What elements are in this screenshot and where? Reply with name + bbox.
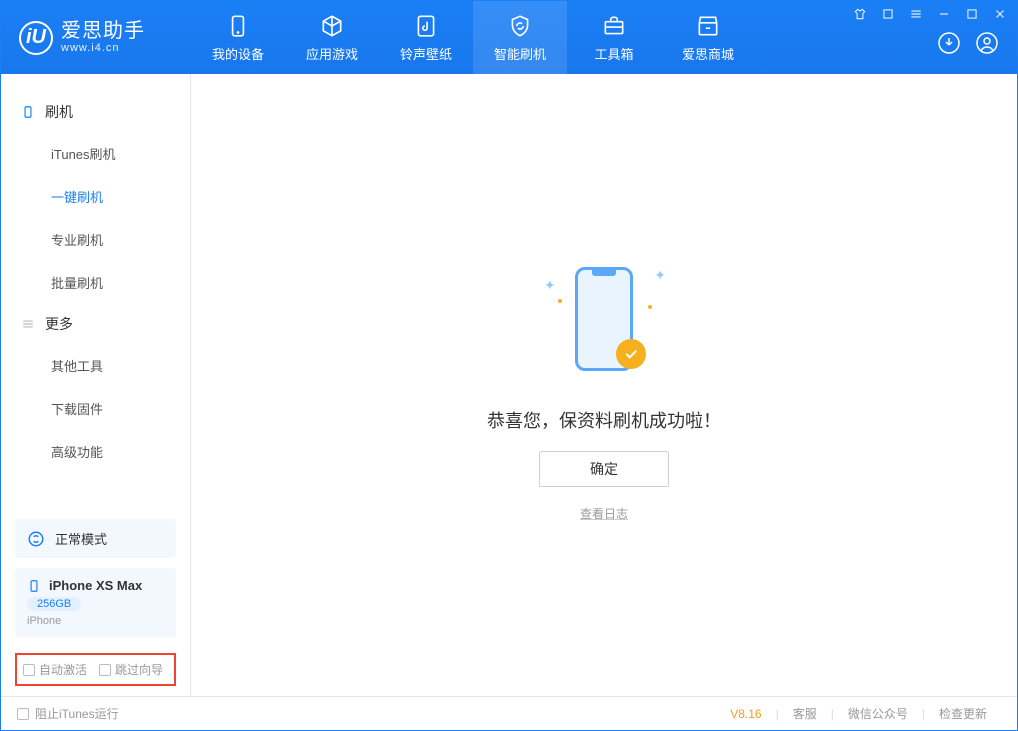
version-label: V8.16: [730, 707, 775, 721]
download-icon[interactable]: [937, 31, 961, 55]
checkbox-label: 阻止iTunes运行: [35, 705, 119, 722]
mode-card[interactable]: 正常模式: [15, 519, 176, 558]
nav-label: 铃声壁纸: [400, 44, 452, 63]
mode-label: 正常模式: [55, 529, 107, 548]
logo-section: iU 爱思助手 www.i4.cn: [1, 1, 191, 74]
box-icon[interactable]: [881, 7, 895, 21]
checkbox-icon: [17, 708, 29, 720]
sidebar-item-pro-flash[interactable]: 专业刷机: [1, 218, 190, 261]
statusbar: 阻止iTunes运行 V8.16 | 客服 | 微信公众号 | 检查更新: [1, 696, 1017, 730]
nav-label: 我的设备: [212, 44, 264, 63]
music-file-icon: [413, 13, 439, 39]
nav-tab-device[interactable]: 我的设备: [191, 1, 285, 74]
menu-icon[interactable]: [909, 7, 923, 21]
dot-icon: [648, 305, 652, 309]
store-icon: [695, 13, 721, 39]
app-window: iU 爱思助手 www.i4.cn 我的设备 应用游戏 铃声壁纸 智能刷机: [0, 0, 1018, 731]
checkbox-label: 自动激活: [39, 661, 87, 678]
dot-icon: [558, 299, 562, 303]
logo-text: 爱思助手 www.i4.cn: [61, 20, 145, 54]
success-illustration: ✦ ✦: [534, 249, 674, 389]
status-link-support[interactable]: 客服: [779, 705, 831, 722]
sparkle-icon: ✦: [654, 267, 666, 284]
nav-tab-flash[interactable]: 智能刷机: [473, 1, 567, 74]
sidebar-group-flash[interactable]: 刷机: [1, 92, 190, 132]
status-right: V8.16 | 客服 | 微信公众号 | 检查更新: [730, 705, 1001, 722]
refresh-circle-icon: [27, 530, 45, 548]
device-type: iPhone: [27, 615, 164, 627]
sidebar-item-advanced[interactable]: 高级功能: [1, 430, 190, 473]
nav-tab-toolbox[interactable]: 工具箱: [567, 1, 661, 74]
sidebar-group-label: 刷机: [45, 102, 73, 122]
checkbox-icon: [23, 664, 35, 676]
nav-tab-ringtones[interactable]: 铃声壁纸: [379, 1, 473, 74]
maximize-icon[interactable]: [965, 7, 979, 21]
device-info-card[interactable]: iPhone XS Max 256GB iPhone: [15, 568, 176, 637]
nav-label: 智能刷机: [494, 44, 546, 63]
sparkle-icon: ✦: [544, 277, 556, 294]
view-log-link[interactable]: 查看日志: [580, 505, 628, 522]
sidebar-item-batch-flash[interactable]: 批量刷机: [1, 261, 190, 304]
phone-icon: [225, 13, 251, 39]
sidebar-item-itunes-flash[interactable]: iTunes刷机: [1, 132, 190, 175]
checkbox-label: 跳过向导: [115, 661, 163, 678]
app-title: 爱思助手: [61, 20, 145, 42]
checkbox-skip-wizard[interactable]: 跳过向导: [99, 661, 163, 678]
phone-small-icon: [27, 579, 41, 593]
sidebar-item-download-firmware[interactable]: 下载固件: [1, 387, 190, 430]
titlebar-right: [853, 1, 1017, 74]
nav-tab-apps[interactable]: 应用游戏: [285, 1, 379, 74]
list-icon: [21, 317, 35, 331]
shield-refresh-icon: [507, 13, 533, 39]
checkbox-auto-activate[interactable]: 自动激活: [23, 661, 87, 678]
sidebar-group-more[interactable]: 更多: [1, 304, 190, 344]
main-content: ✦ ✦ 恭喜您，保资料刷机成功啦！ 确定 查看日志: [191, 74, 1017, 696]
success-message: 恭喜您，保资料刷机成功啦！: [487, 407, 721, 433]
status-link-update[interactable]: 检查更新: [925, 705, 1001, 722]
toolbox-icon: [601, 13, 627, 39]
nav-tab-store[interactable]: 爱思商城: [661, 1, 755, 74]
minimize-icon[interactable]: [937, 7, 951, 21]
logo-icon: iU: [19, 21, 53, 55]
body-area: 刷机 iTunes刷机 一键刷机 专业刷机 批量刷机 更多 其他工具 下载固件 …: [1, 74, 1017, 696]
app-subtitle: www.i4.cn: [61, 42, 145, 54]
highlighted-checkbox-row: 自动激活 跳过向导: [15, 653, 176, 686]
status-link-wechat[interactable]: 微信公众号: [834, 705, 922, 722]
user-icon[interactable]: [975, 31, 999, 55]
close-icon[interactable]: [993, 7, 1007, 21]
device-name: iPhone XS Max: [49, 578, 142, 593]
user-controls: [937, 31, 1007, 55]
nav-label: 爱思商城: [682, 44, 734, 63]
nav-label: 工具箱: [594, 44, 633, 63]
checkbox-stop-itunes[interactable]: 阻止iTunes运行: [17, 705, 119, 722]
check-badge-icon: [616, 339, 646, 369]
sidebar: 刷机 iTunes刷机 一键刷机 专业刷机 批量刷机 更多 其他工具 下载固件 …: [1, 74, 191, 696]
nav-tabs: 我的设备 应用游戏 铃声壁纸 智能刷机 工具箱 爱思商城: [191, 1, 853, 74]
window-controls: [853, 7, 1007, 21]
sidebar-item-onekey-flash[interactable]: 一键刷机: [1, 175, 190, 218]
ok-button[interactable]: 确定: [539, 451, 669, 487]
checkbox-icon: [99, 664, 111, 676]
sidebar-group-label: 更多: [45, 314, 73, 334]
device-icon: [21, 105, 35, 119]
shirt-icon[interactable]: [853, 7, 867, 21]
nav-label: 应用游戏: [306, 44, 358, 63]
titlebar: iU 爱思助手 www.i4.cn 我的设备 应用游戏 铃声壁纸 智能刷机: [1, 1, 1017, 74]
cube-icon: [319, 13, 345, 39]
sidebar-item-other-tools[interactable]: 其他工具: [1, 344, 190, 387]
device-capacity-badge: 256GB: [27, 597, 81, 611]
